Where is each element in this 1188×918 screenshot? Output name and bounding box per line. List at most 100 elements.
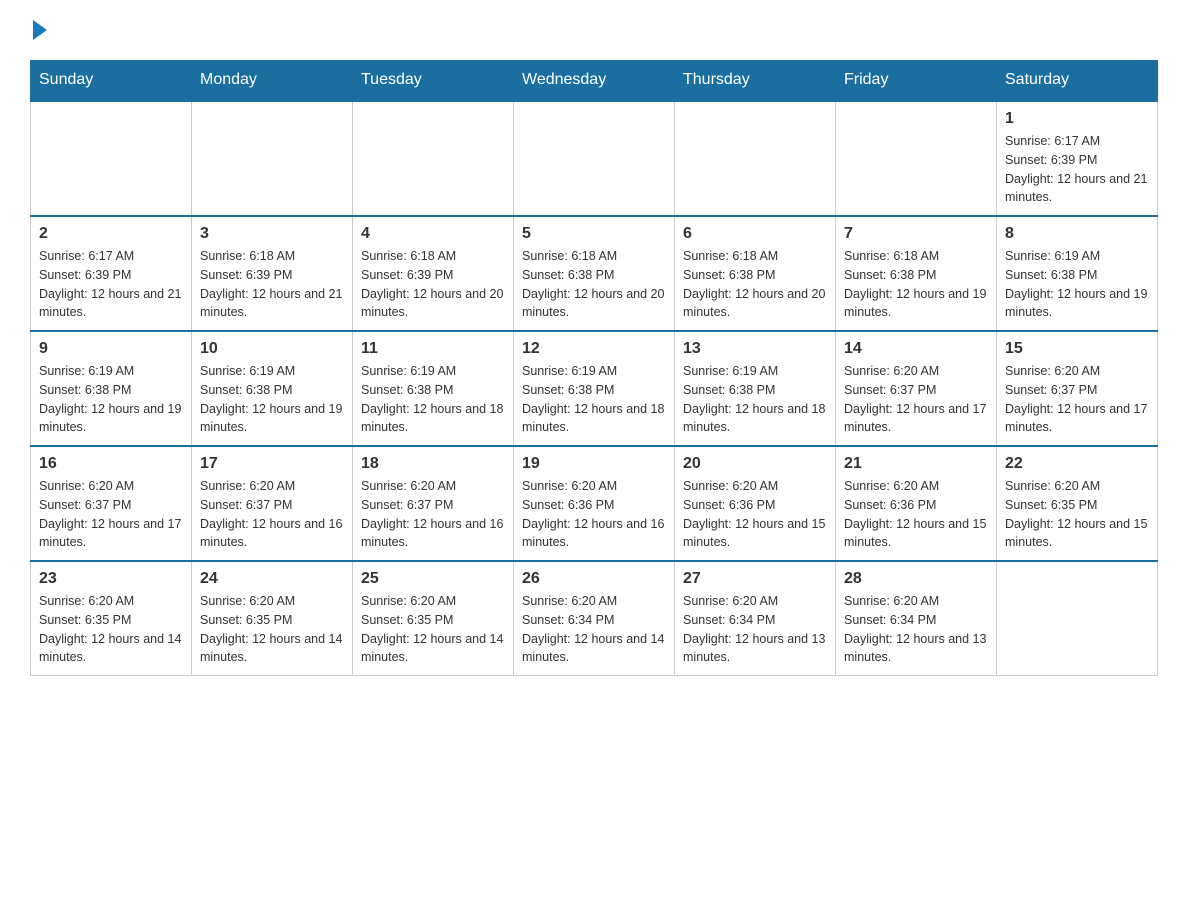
- day-number: 16: [39, 455, 183, 473]
- day-number: 2: [39, 225, 183, 243]
- day-info: Sunrise: 6:19 AM Sunset: 6:38 PM Dayligh…: [200, 362, 344, 437]
- day-info: Sunrise: 6:18 AM Sunset: 6:38 PM Dayligh…: [844, 247, 988, 322]
- day-number: 15: [1005, 340, 1149, 358]
- day-number: 20: [683, 455, 827, 473]
- day-info: Sunrise: 6:20 AM Sunset: 6:35 PM Dayligh…: [1005, 477, 1149, 552]
- day-header-wednesday: Wednesday: [514, 61, 675, 101]
- day-info: Sunrise: 6:20 AM Sunset: 6:37 PM Dayligh…: [200, 477, 344, 552]
- day-header-monday: Monday: [192, 61, 353, 101]
- day-info: Sunrise: 6:18 AM Sunset: 6:39 PM Dayligh…: [200, 247, 344, 322]
- day-number: 5: [522, 225, 666, 243]
- calendar-week-row: 23 Sunrise: 6:20 AM Sunset: 6:35 PM Dayli…: [31, 561, 1158, 676]
- day-info: Sunrise: 6:20 AM Sunset: 6:36 PM Dayligh…: [522, 477, 666, 552]
- day-number: 6: [683, 225, 827, 243]
- calendar-cell: 3 Sunrise: 6:18 AM Sunset: 6:39 PM Daylig…: [192, 216, 353, 331]
- day-number: 9: [39, 340, 183, 358]
- day-info: Sunrise: 6:19 AM Sunset: 6:38 PM Dayligh…: [683, 362, 827, 437]
- calendar-cell: 16 Sunrise: 6:20 AM Sunset: 6:37 PM Dayli…: [31, 446, 192, 561]
- calendar-cell: 12 Sunrise: 6:19 AM Sunset: 6:38 PM Dayli…: [514, 331, 675, 446]
- day-number: 13: [683, 340, 827, 358]
- day-info: Sunrise: 6:20 AM Sunset: 6:35 PM Dayligh…: [39, 592, 183, 667]
- calendar-cell: 9 Sunrise: 6:19 AM Sunset: 6:38 PM Daylig…: [31, 331, 192, 446]
- logo-triangle-icon: [33, 20, 47, 40]
- day-info: Sunrise: 6:20 AM Sunset: 6:37 PM Dayligh…: [361, 477, 505, 552]
- calendar-cell: 4 Sunrise: 6:18 AM Sunset: 6:39 PM Daylig…: [353, 216, 514, 331]
- day-number: 21: [844, 455, 988, 473]
- day-number: 14: [844, 340, 988, 358]
- calendar-cell: 6 Sunrise: 6:18 AM Sunset: 6:38 PM Daylig…: [675, 216, 836, 331]
- logo: [30, 20, 47, 40]
- calendar-cell: 15 Sunrise: 6:20 AM Sunset: 6:37 PM Dayli…: [997, 331, 1158, 446]
- calendar-cell: 17 Sunrise: 6:20 AM Sunset: 6:37 PM Dayli…: [192, 446, 353, 561]
- calendar-cell: 7 Sunrise: 6:18 AM Sunset: 6:38 PM Daylig…: [836, 216, 997, 331]
- calendar-header-row: SundayMondayTuesdayWednesdayThursdayFrid…: [31, 61, 1158, 101]
- day-header-thursday: Thursday: [675, 61, 836, 101]
- day-number: 17: [200, 455, 344, 473]
- day-info: Sunrise: 6:17 AM Sunset: 6:39 PM Dayligh…: [1005, 132, 1149, 207]
- calendar-cell: 27 Sunrise: 6:20 AM Sunset: 6:34 PM Dayli…: [675, 561, 836, 676]
- calendar-cell: [514, 101, 675, 217]
- day-number: 12: [522, 340, 666, 358]
- day-header-friday: Friday: [836, 61, 997, 101]
- calendar-week-row: 16 Sunrise: 6:20 AM Sunset: 6:37 PM Dayli…: [31, 446, 1158, 561]
- calendar-cell: 11 Sunrise: 6:19 AM Sunset: 6:38 PM Dayli…: [353, 331, 514, 446]
- day-info: Sunrise: 6:19 AM Sunset: 6:38 PM Dayligh…: [39, 362, 183, 437]
- day-info: Sunrise: 6:19 AM Sunset: 6:38 PM Dayligh…: [1005, 247, 1149, 322]
- day-info: Sunrise: 6:20 AM Sunset: 6:36 PM Dayligh…: [683, 477, 827, 552]
- calendar-cell: 14 Sunrise: 6:20 AM Sunset: 6:37 PM Dayli…: [836, 331, 997, 446]
- calendar-cell: 22 Sunrise: 6:20 AM Sunset: 6:35 PM Dayli…: [997, 446, 1158, 561]
- day-info: Sunrise: 6:20 AM Sunset: 6:37 PM Dayligh…: [1005, 362, 1149, 437]
- day-number: 24: [200, 570, 344, 588]
- day-info: Sunrise: 6:20 AM Sunset: 6:34 PM Dayligh…: [683, 592, 827, 667]
- day-number: 28: [844, 570, 988, 588]
- calendar-cell: [192, 101, 353, 217]
- day-number: 22: [1005, 455, 1149, 473]
- day-header-sunday: Sunday: [31, 61, 192, 101]
- calendar-cell: 23 Sunrise: 6:20 AM Sunset: 6:35 PM Dayli…: [31, 561, 192, 676]
- calendar-cell: 18Sunrise: 6:20 AM Sunset: 6:37 PM Dayli…: [353, 446, 514, 561]
- calendar-cell: 8 Sunrise: 6:19 AM Sunset: 6:38 PM Daylig…: [997, 216, 1158, 331]
- calendar-cell: 2 Sunrise: 6:17 AM Sunset: 6:39 PM Daylig…: [31, 216, 192, 331]
- day-info: Sunrise: 6:17 AM Sunset: 6:39 PM Dayligh…: [39, 247, 183, 322]
- calendar-cell: 10 Sunrise: 6:19 AM Sunset: 6:38 PM Dayli…: [192, 331, 353, 446]
- calendar-cell: 13 Sunrise: 6:19 AM Sunset: 6:38 PM Dayli…: [675, 331, 836, 446]
- day-info: Sunrise: 6:19 AM Sunset: 6:38 PM Dayligh…: [361, 362, 505, 437]
- day-info: Sunrise: 6:20 AM Sunset: 6:34 PM Dayligh…: [844, 592, 988, 667]
- day-header-tuesday: Tuesday: [353, 61, 514, 101]
- day-info: Sunrise: 6:19 AM Sunset: 6:38 PM Dayligh…: [522, 362, 666, 437]
- day-number: 1: [1005, 110, 1149, 128]
- calendar-week-row: 1 Sunrise: 6:17 AM Sunset: 6:39 PM Daylig…: [31, 101, 1158, 217]
- day-number: 23: [39, 570, 183, 588]
- calendar-cell: [353, 101, 514, 217]
- calendar-table: SundayMondayTuesdayWednesdayThursdayFrid…: [30, 60, 1158, 676]
- calendar-week-row: 9 Sunrise: 6:19 AM Sunset: 6:38 PM Daylig…: [31, 331, 1158, 446]
- day-info: Sunrise: 6:18 AM Sunset: 6:39 PM Dayligh…: [361, 247, 505, 322]
- calendar-cell: 19 Sunrise: 6:20 AM Sunset: 6:36 PM Dayli…: [514, 446, 675, 561]
- calendar-cell: 1 Sunrise: 6:17 AM Sunset: 6:39 PM Daylig…: [997, 101, 1158, 217]
- day-number: 7: [844, 225, 988, 243]
- day-number: 4: [361, 225, 505, 243]
- day-number: 8: [1005, 225, 1149, 243]
- day-info: Sunrise: 6:20 AM Sunset: 6:34 PM Dayligh…: [522, 592, 666, 667]
- day-number: 26: [522, 570, 666, 588]
- day-number: 25: [361, 570, 505, 588]
- calendar-week-row: 2 Sunrise: 6:17 AM Sunset: 6:39 PM Daylig…: [31, 216, 1158, 331]
- day-info: Sunrise: 6:20 AM Sunset: 6:37 PM Dayligh…: [39, 477, 183, 552]
- page-header: [30, 20, 1158, 40]
- day-number: 27: [683, 570, 827, 588]
- calendar-cell: 5 Sunrise: 6:18 AM Sunset: 6:38 PM Daylig…: [514, 216, 675, 331]
- day-number: 11: [361, 340, 505, 358]
- calendar-cell: [997, 561, 1158, 676]
- day-number: 19: [522, 455, 666, 473]
- day-number: 3: [200, 225, 344, 243]
- calendar-cell: [836, 101, 997, 217]
- calendar-cell: 24 Sunrise: 6:20 AM Sunset: 6:35 PM Dayli…: [192, 561, 353, 676]
- day-info: Sunrise: 6:20 AM Sunset: 6:37 PM Dayligh…: [844, 362, 988, 437]
- calendar-cell: 26 Sunrise: 6:20 AM Sunset: 6:34 PM Dayli…: [514, 561, 675, 676]
- day-info: Sunrise: 6:20 AM Sunset: 6:35 PM Dayligh…: [361, 592, 505, 667]
- day-info: Sunrise: 6:18 AM Sunset: 6:38 PM Dayligh…: [683, 247, 827, 322]
- day-info: Sunrise: 6:20 AM Sunset: 6:35 PM Dayligh…: [200, 592, 344, 667]
- calendar-cell: 20 Sunrise: 6:20 AM Sunset: 6:36 PM Dayli…: [675, 446, 836, 561]
- day-info: Sunrise: 6:18 AM Sunset: 6:38 PM Dayligh…: [522, 247, 666, 322]
- day-number: 10: [200, 340, 344, 358]
